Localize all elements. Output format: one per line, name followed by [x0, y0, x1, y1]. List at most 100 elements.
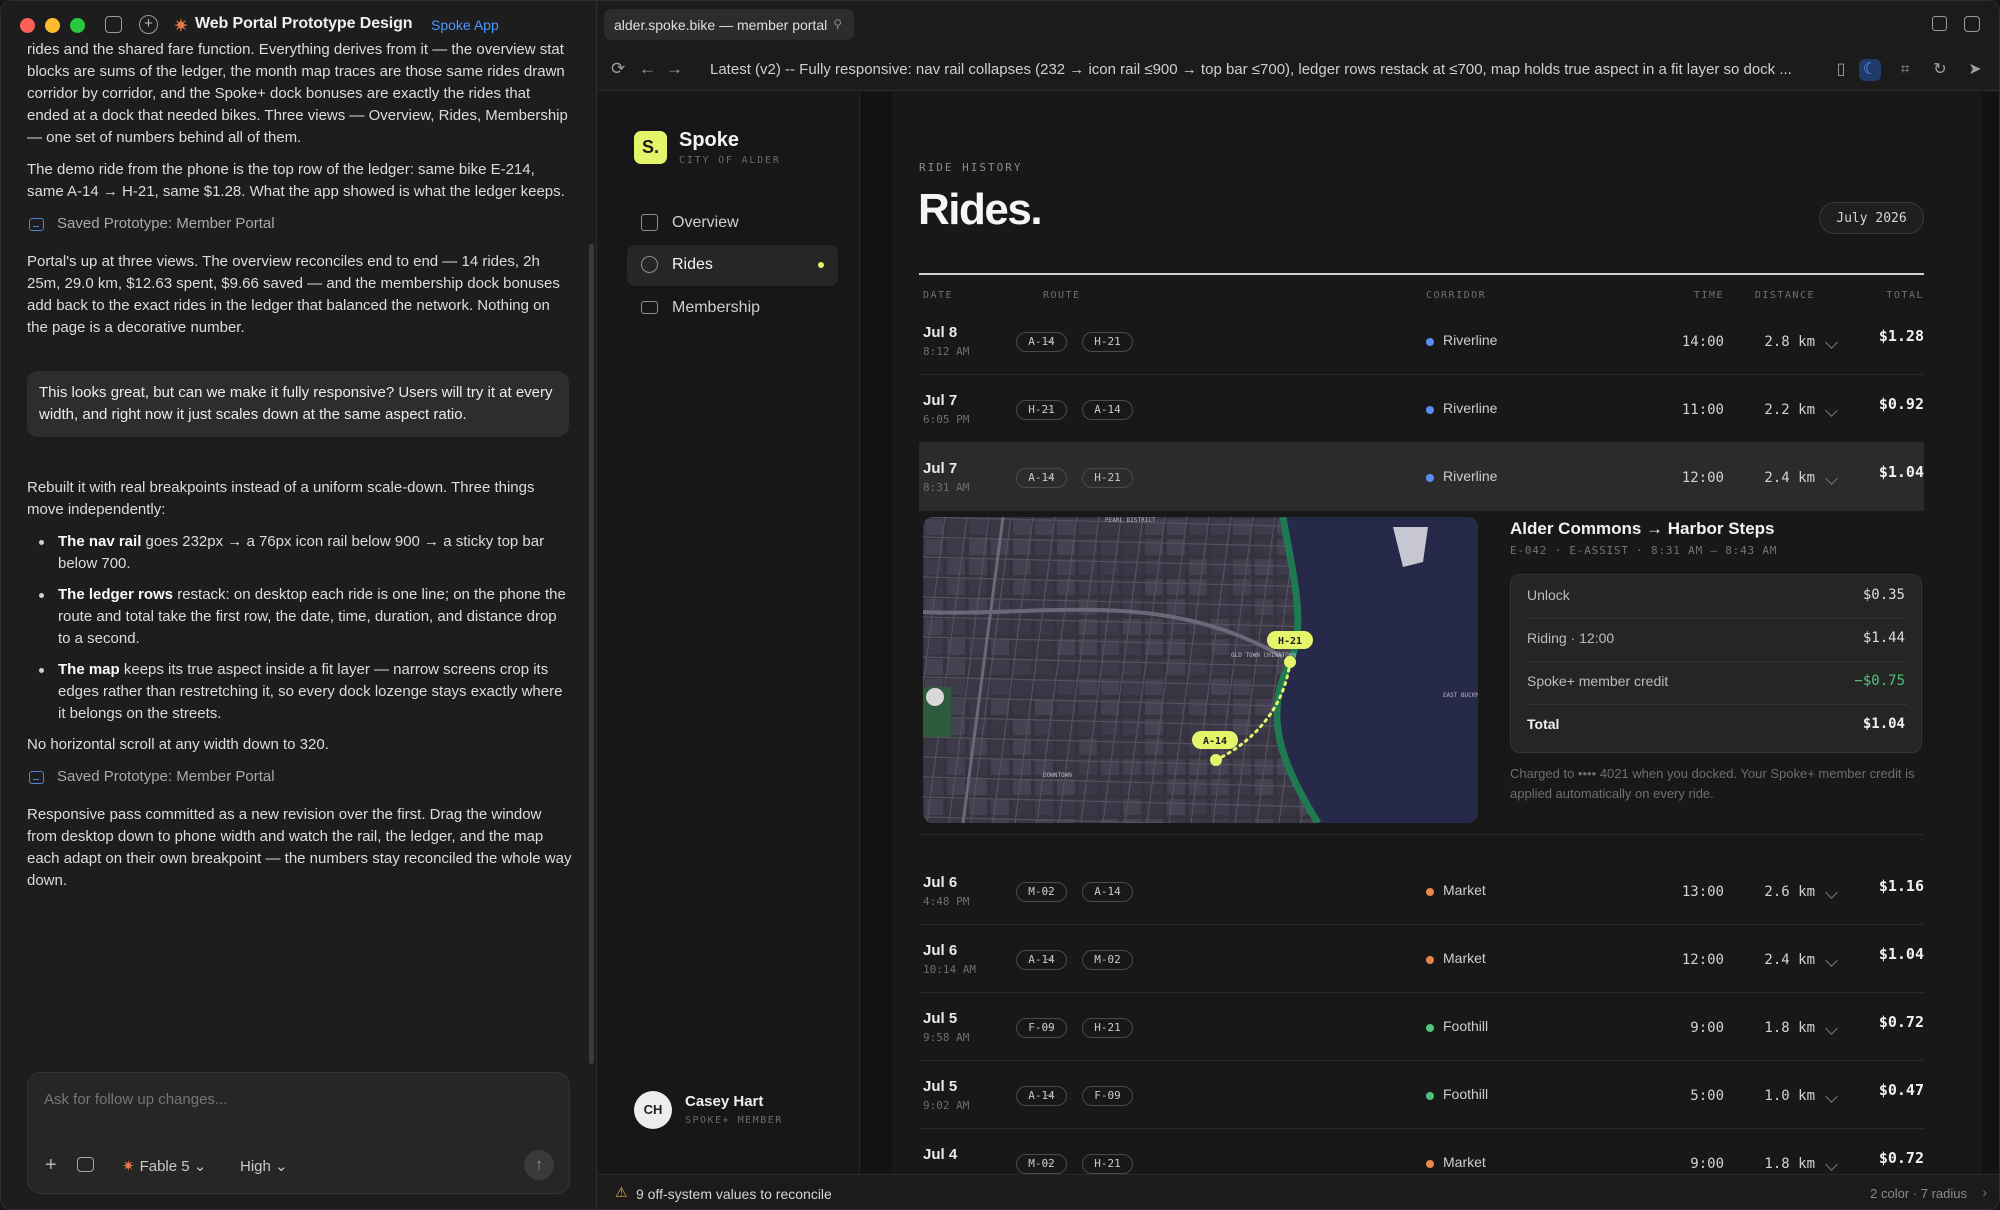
- fare-value: $1.04: [1862, 716, 1905, 732]
- app-title: Web Portal Prototype Design: [195, 15, 413, 32]
- back-arrow-icon[interactable]: ←: [639, 59, 656, 79]
- minimize-window-button[interactable]: [45, 18, 60, 33]
- corridor-name: Market: [1443, 1154, 1486, 1170]
- chevron-down-icon[interactable]: [1825, 336, 1838, 349]
- corridor-name: Riverline: [1443, 468, 1498, 484]
- corridor-dot: [1426, 474, 1434, 482]
- add-attachment-icon[interactable]: +: [45, 1154, 57, 1177]
- ride-distance: 1.0 km: [1764, 1088, 1815, 1104]
- prototype-icon: [29, 217, 44, 231]
- avatar[interactable]: CH: [634, 1091, 672, 1129]
- table-row[interactable]: Jul 8 8:12 AM A-14 → H-21 Riverline 14:00 2.8 k…: [919, 307, 1924, 375]
- model-star-icon: ✷: [122, 1158, 135, 1175]
- chevron-down-icon[interactable]: [1825, 472, 1838, 485]
- table-row[interactable]: Jul 4 M-02 → H-21 Market 9:00 1.8 km $0.72: [919, 1129, 1924, 1174]
- reconcile-warning[interactable]: 9 off-system values to reconcile: [636, 1186, 832, 1202]
- nav-item-overview[interactable]: Overview: [627, 203, 838, 244]
- column-header-date: DATE: [923, 290, 954, 301]
- warning-icon: ⚠: [615, 1184, 628, 1200]
- model-selector[interactable]: ✷ Fable 5 ⌄: [122, 1157, 206, 1175]
- column-header-time: TIME: [1693, 290, 1724, 301]
- page-title: Rides.: [918, 185, 1043, 234]
- ride-distance: 2.8 km: [1764, 334, 1815, 350]
- table-row[interactable]: Jul 7 8:31 AM A-14 → H-21 Riverline 12:00 2.4 k…: [919, 443, 1924, 511]
- svg-text:DOWNTOWN: DOWNTOWN: [1043, 772, 1072, 779]
- user-name: Casey Hart: [685, 1093, 764, 1110]
- version-description[interactable]: Latest (v2) -- Fully responsive: nav rai…: [710, 61, 1822, 78]
- table-row[interactable]: Jul 6 4:48 PM M-02 → A-14 Market 13:00 2.6 km $1…: [919, 857, 1924, 925]
- corridor-dot: [1426, 1160, 1434, 1168]
- ride-date: Jul 5: [923, 1010, 958, 1027]
- zoom-window-button[interactable]: [70, 18, 85, 33]
- chevron-down-icon[interactable]: [1825, 404, 1838, 417]
- dark-mode-icon[interactable]: ☾: [1859, 59, 1881, 81]
- fare-label: Spoke+ member credit: [1527, 673, 1669, 689]
- ride-duration: 5:00: [1690, 1088, 1724, 1104]
- chevron-right-icon[interactable]: ›: [1982, 1184, 1987, 1200]
- effort-selector[interactable]: High ⌄: [240, 1157, 288, 1175]
- saved-prototype-label: Saved Prototype: Member Portal: [57, 215, 275, 232]
- forward-arrow-icon[interactable]: →: [666, 59, 683, 79]
- corridor-name: Riverline: [1443, 332, 1498, 348]
- table-row[interactable]: Jul 5 9:58 AM F-09 → H-21 Foothill 9:00 1.8 km $…: [919, 993, 1924, 1061]
- column-header-distance: DISTANCE: [1754, 290, 1815, 301]
- refresh-preview-icon[interactable]: ↻: [1929, 59, 1951, 81]
- to-dock-pill: H-21: [1082, 332, 1133, 352]
- route-map[interactable]: PEARL DISTRICT OLD TOWN CHINATOWN DOWNTOWN…: [923, 517, 1478, 823]
- corridor-dot: [1426, 888, 1434, 896]
- column-header-route: ROUTE: [1043, 290, 1081, 301]
- month-selector[interactable]: July 2026: [1819, 202, 1924, 234]
- active-indicator: [818, 262, 824, 268]
- user-message: This looks great, but can we make it ful…: [27, 371, 569, 437]
- route-arrow-icon: →: [1041, 467, 1056, 484]
- ride-clock: 10:14 AM: [923, 963, 976, 976]
- corridor-name: Foothill: [1443, 1086, 1489, 1102]
- fare-divider: [1527, 704, 1907, 705]
- open-external-icon[interactable]: [1932, 16, 1947, 31]
- panel-toggle-icon[interactable]: [1964, 16, 1980, 32]
- new-chat-icon[interactable]: +: [139, 15, 158, 34]
- image-attach-icon[interactable]: [77, 1157, 94, 1172]
- chat-scrollbar[interactable]: [589, 244, 594, 1064]
- assistant-message: rides and the shared fare function. Ever…: [27, 41, 568, 146]
- share-send-icon[interactable]: ➤: [1964, 59, 1986, 81]
- chevron-down-icon[interactable]: [1825, 1158, 1838, 1171]
- chevron-down-icon[interactable]: [1825, 886, 1838, 899]
- pin-icon[interactable]: ⚲: [833, 17, 842, 31]
- table-row[interactable]: Jul 5 9:02 AM A-14 → F-09 Foothill 5:00 1.0 km $…: [919, 1061, 1924, 1129]
- prototype-icon: [29, 770, 44, 784]
- ride-distance: 1.8 km: [1764, 1020, 1815, 1036]
- nav-item-rides[interactable]: Rides: [627, 245, 838, 286]
- list-item: The map keeps its true aspect inside a f…: [27, 659, 572, 725]
- sidebar-toggle-icon[interactable]: [105, 16, 122, 33]
- chevron-down-icon[interactable]: [1825, 954, 1838, 967]
- ride-date: Jul 8: [923, 324, 958, 341]
- browser-tab[interactable]: alder.spoke.bike — member portal ⚲: [604, 9, 854, 40]
- ride-total: $1.16: [1878, 877, 1924, 895]
- nav-item-membership[interactable]: Membership: [627, 288, 838, 329]
- crop-icon[interactable]: ⌗: [1894, 59, 1916, 81]
- project-badge[interactable]: Spoke App: [431, 17, 499, 33]
- route-arrow-icon: →: [1041, 1085, 1056, 1102]
- nav-rail: S. Spoke CITY OF ALDER Overview Rides Me…: [598, 92, 860, 1174]
- ride-duration: 12:00: [1681, 952, 1724, 968]
- saved-prototype-chip[interactable]: Saved Prototype: Member Portal: [27, 213, 572, 235]
- table-row[interactable]: Jul 6 10:14 AM A-14 → M-02 Market 12:00 2.4 km $…: [919, 925, 1924, 993]
- fare-label: Total: [1527, 716, 1560, 732]
- ride-date: Jul 5: [923, 1078, 958, 1095]
- fare-divider: [1527, 618, 1907, 619]
- mobile-view-icon[interactable]: ▯: [1830, 59, 1852, 81]
- saved-prototype-chip[interactable]: Saved Prototype: Member Portal: [27, 766, 572, 788]
- ride-duration: 11:00: [1681, 402, 1724, 418]
- ride-date: Jul 4: [923, 1146, 958, 1163]
- ride-distance: 2.6 km: [1764, 884, 1815, 900]
- corridor-name: Foothill: [1443, 1018, 1489, 1034]
- table-row[interactable]: Jul 7 6:05 PM H-21 → A-14 Riverline 11:00 2.2 k…: [919, 375, 1924, 443]
- follow-up-input[interactable]: [44, 1091, 544, 1108]
- reload-icon[interactable]: ⟳: [611, 59, 625, 79]
- send-button[interactable]: ↑: [524, 1150, 554, 1180]
- chevron-down-icon[interactable]: [1825, 1022, 1838, 1035]
- chevron-down-icon[interactable]: [1825, 1090, 1838, 1103]
- close-window-button[interactable]: [20, 18, 35, 33]
- chat-transcript[interactable]: rides and the shared fare function. Ever…: [27, 39, 572, 979]
